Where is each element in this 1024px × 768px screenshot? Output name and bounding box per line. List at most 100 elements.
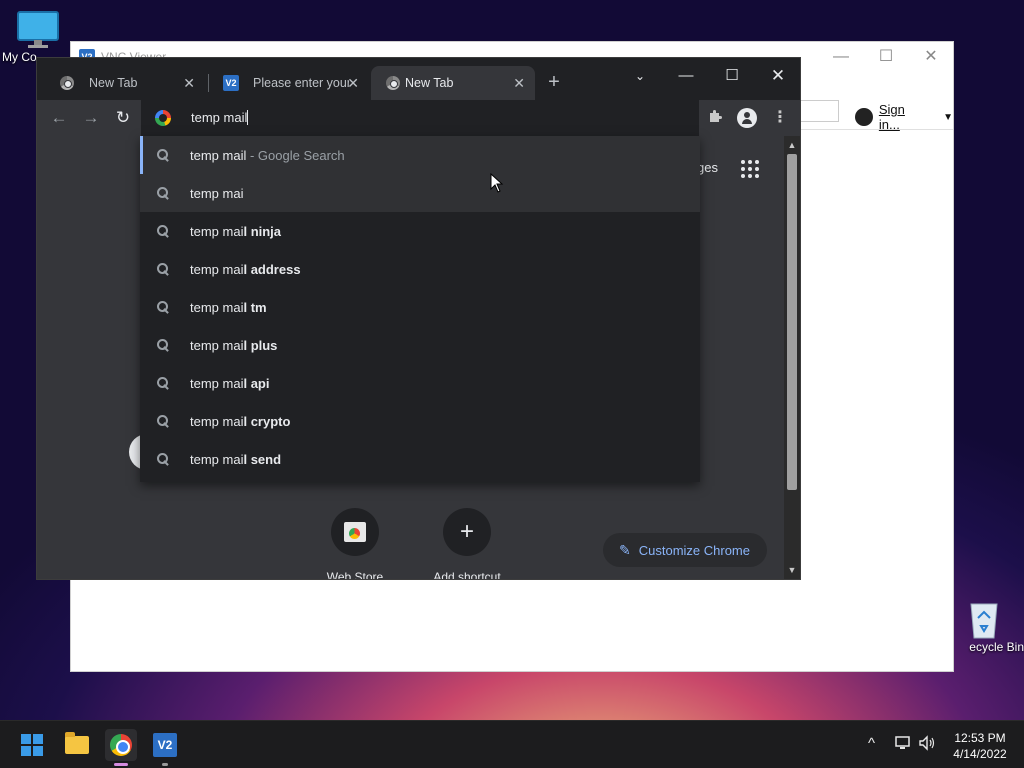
suggestion-completion: l api bbox=[243, 376, 270, 391]
suggestion-item[interactable]: temp mail plus bbox=[140, 326, 700, 364]
maximize-button[interactable]: ☐ bbox=[709, 63, 755, 89]
vnc-close-button[interactable]: ✕ bbox=[911, 46, 951, 68]
suggestion-completion: l crypto bbox=[243, 414, 291, 429]
chevron-down-icon: ▼ bbox=[943, 111, 953, 123]
suggestion-item[interactable]: temp mail ninja bbox=[140, 212, 700, 250]
scrollbar-thumb[interactable] bbox=[787, 154, 797, 490]
suggestion-text: temp mai bbox=[190, 224, 244, 239]
system-clock[interactable]: 12:53 PM 4/14/2022 bbox=[940, 730, 1020, 762]
vnc-taskbar-button[interactable]: V2 bbox=[149, 729, 181, 761]
close-icon[interactable]: ✕ bbox=[347, 75, 359, 92]
suggestion-suffix: - Google Search bbox=[246, 148, 345, 163]
vnc-icon: V2 bbox=[153, 733, 177, 757]
tab-label: New Tab bbox=[405, 76, 454, 90]
tab-label: Please enter your bbox=[253, 76, 349, 90]
recycle-bin-desktop-icon[interactable]: ecycle Bin bbox=[944, 598, 1024, 654]
kebab-menu-icon[interactable]: ⋮ bbox=[770, 108, 790, 128]
close-icon[interactable]: ✕ bbox=[183, 75, 195, 92]
search-icon bbox=[156, 148, 170, 162]
active-app-indicator bbox=[114, 763, 128, 766]
shortcut-add[interactable]: + Add shortcut bbox=[417, 508, 517, 580]
suggestion-completion: l address bbox=[243, 262, 301, 277]
file-explorer-taskbar-button[interactable] bbox=[61, 729, 93, 761]
suggestion-text: temp mai bbox=[190, 338, 244, 353]
shortcut-web-store[interactable]: Web Store bbox=[305, 508, 405, 580]
vnc-icon: V2 bbox=[223, 75, 239, 91]
chevron-up-icon[interactable]: ^ bbox=[868, 735, 875, 752]
running-app-indicator bbox=[162, 763, 168, 766]
tab-new-tab-1[interactable]: New Tab ✕ bbox=[45, 66, 205, 100]
profile-avatar-icon[interactable] bbox=[737, 108, 757, 128]
close-window-button[interactable]: ✕ bbox=[755, 63, 800, 89]
customize-label: Customize Chrome bbox=[638, 542, 750, 558]
chrome-icon bbox=[59, 75, 75, 91]
search-icon bbox=[156, 186, 170, 200]
vnc-maximize-button[interactable]: ☐ bbox=[866, 46, 906, 68]
my-computer-desktop-icon[interactable]: My Co bbox=[0, 10, 78, 64]
chrome-taskbar-button[interactable] bbox=[105, 729, 137, 761]
suggestion-completion: l send bbox=[243, 452, 282, 467]
suggestion-completion: l plus bbox=[243, 338, 278, 353]
taskbar: V2 ^ 12:53 PM 4/14/2022 bbox=[0, 720, 1024, 768]
shortcut-label: Add shortcut bbox=[433, 570, 501, 580]
suggestion-text: temp mai bbox=[190, 262, 244, 277]
scroll-down-icon[interactable]: ▼ bbox=[786, 564, 798, 576]
omnibox-suggestions-dropdown: temp mail - Google Search temp mai temp … bbox=[140, 136, 700, 482]
google-apps-grid-icon[interactable] bbox=[741, 160, 759, 178]
tab-search-chevron-icon[interactable]: ⌄ bbox=[617, 63, 663, 89]
clock-date: 4/14/2022 bbox=[953, 747, 1007, 761]
chrome-icon bbox=[385, 75, 401, 91]
minimize-button[interactable]: — bbox=[663, 63, 709, 89]
reload-button[interactable]: ↻ bbox=[111, 106, 135, 130]
suggestion-item[interactable]: temp mail - Google Search bbox=[140, 136, 700, 174]
vnc-search-field[interactable] bbox=[799, 100, 839, 122]
images-link[interactable]: ges bbox=[697, 160, 718, 175]
suggestion-completion: l tm bbox=[243, 300, 267, 315]
suggestion-text: temp mai bbox=[190, 376, 244, 391]
shortcut-label: Web Store bbox=[326, 570, 384, 580]
page-scrollbar[interactable]: ▲ ▼ bbox=[784, 136, 800, 579]
omnibox-text: temp mail bbox=[191, 110, 248, 125]
monitor-icon bbox=[17, 11, 59, 48]
search-icon bbox=[156, 300, 170, 314]
suggestion-item[interactable]: temp mail crypto bbox=[140, 402, 700, 440]
suggestion-text: temp mai bbox=[190, 300, 244, 315]
suggestion-item[interactable]: temp mail api bbox=[140, 364, 700, 402]
suggestion-item[interactable]: temp mai bbox=[140, 174, 700, 212]
suggestion-text: temp mai bbox=[190, 452, 244, 467]
network-icon[interactable] bbox=[894, 735, 912, 755]
clock-time: 12:53 PM bbox=[954, 731, 1006, 745]
vnc-minimize-button[interactable]: — bbox=[821, 46, 861, 68]
suggestion-item[interactable]: temp mail send bbox=[140, 440, 700, 478]
recycle-bin-label: ecycle Bin bbox=[969, 640, 1024, 654]
close-icon[interactable]: ✕ bbox=[513, 75, 525, 92]
forward-button[interactable]: → bbox=[79, 106, 103, 130]
scroll-up-icon[interactable]: ▲ bbox=[786, 139, 798, 151]
new-tab-button[interactable]: + bbox=[543, 71, 565, 93]
windows-logo-icon bbox=[21, 734, 43, 756]
tab-vnc-login[interactable]: V2 Please enter your ✕ bbox=[209, 66, 369, 100]
suggestion-completion: l ninja bbox=[243, 224, 282, 239]
suggestion-item[interactable]: temp mail address bbox=[140, 250, 700, 288]
search-icon bbox=[156, 376, 170, 390]
mouse-cursor-icon bbox=[490, 173, 504, 193]
speaker-icon[interactable] bbox=[918, 735, 936, 755]
sign-in-button[interactable]: Sign in... ▼ bbox=[855, 102, 953, 132]
suggestion-item[interactable]: temp mail tm bbox=[140, 288, 700, 326]
customize-chrome-button[interactable]: ✎ Customize Chrome bbox=[603, 533, 767, 567]
text-caret bbox=[247, 110, 249, 125]
tab-strip: New Tab ✕ V2 Please enter your ✕ New Tab… bbox=[37, 58, 800, 100]
tab-new-tab-active[interactable]: New Tab ✕ bbox=[371, 66, 535, 100]
omnibox-input[interactable]: temp mail bbox=[191, 110, 249, 125]
pencil-icon: ✎ bbox=[619, 541, 631, 558]
plus-icon: + bbox=[443, 508, 491, 556]
suggestion-text: temp mai bbox=[190, 186, 244, 201]
search-icon bbox=[156, 262, 170, 276]
omnibox[interactable]: temp mail bbox=[141, 100, 699, 136]
extensions-puzzle-icon[interactable] bbox=[705, 108, 725, 128]
back-button[interactable]: ← bbox=[47, 106, 71, 130]
suggestion-text: temp mai bbox=[190, 414, 244, 429]
folder-icon bbox=[65, 732, 89, 754]
person-icon bbox=[855, 108, 873, 126]
start-button[interactable] bbox=[16, 729, 48, 761]
